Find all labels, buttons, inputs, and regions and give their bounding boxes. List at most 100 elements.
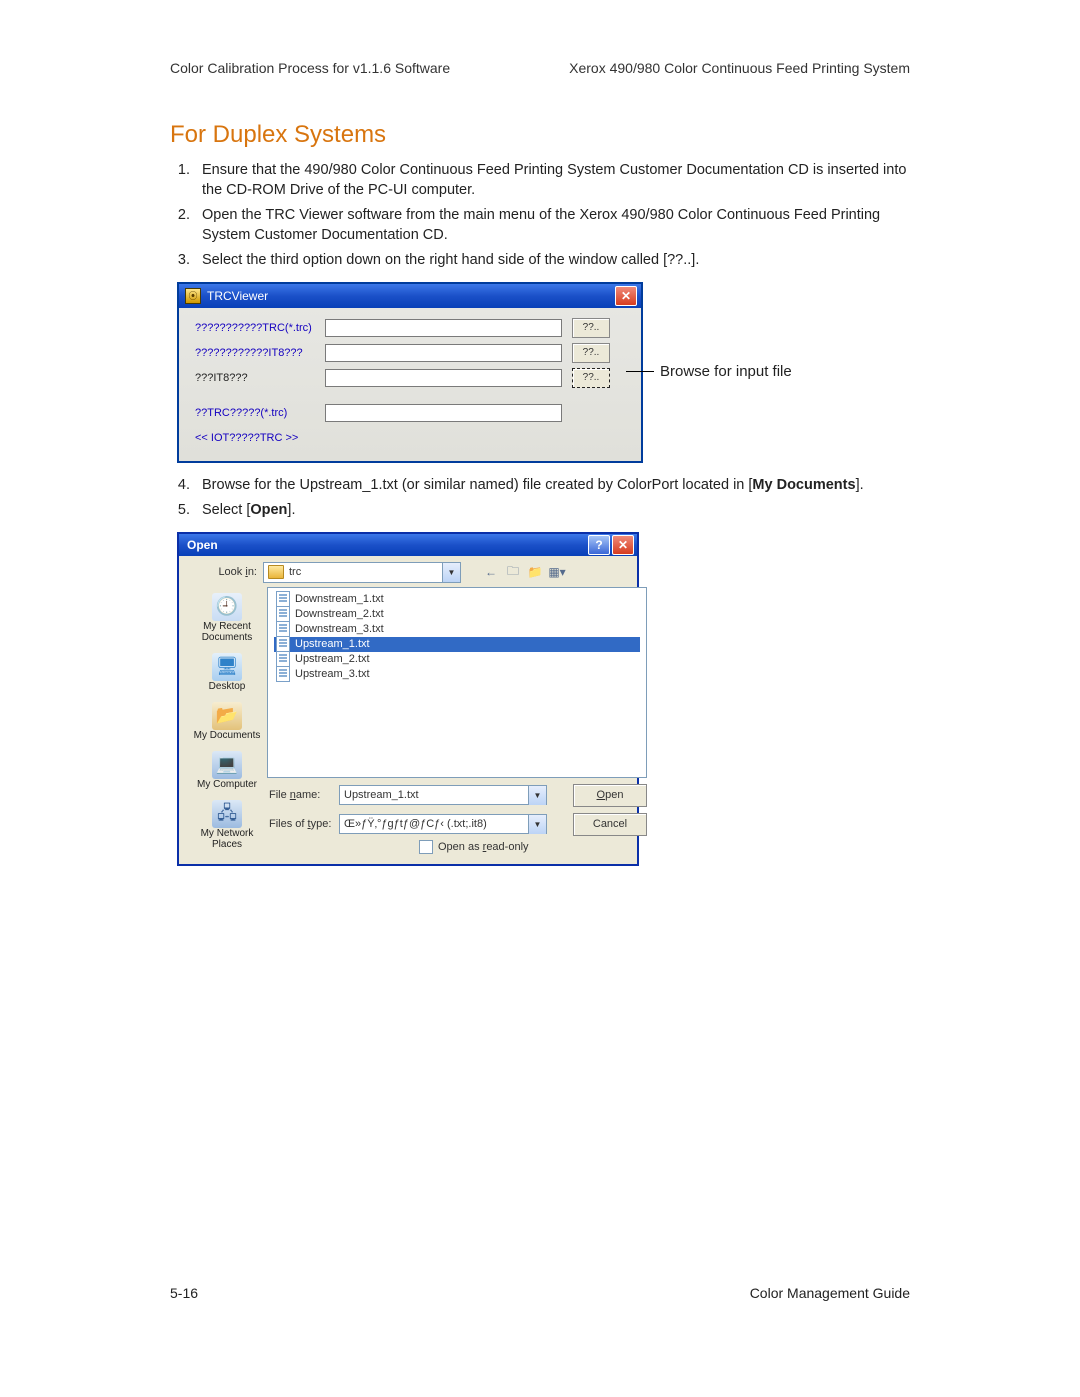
filename-value: Upstream_1.txt: [344, 789, 419, 801]
chevron-down-icon[interactable]: ▼: [528, 815, 546, 834]
place-mydocs[interactable]: 📂 My Documents: [187, 698, 267, 745]
trc-input-3[interactable]: [325, 369, 562, 387]
trc-browse-2[interactable]: ??..: [572, 343, 610, 363]
step-2: Open the TRC Viewer software from the ma…: [194, 206, 910, 245]
open-close-icon[interactable]: ✕: [612, 535, 634, 555]
folder-icon: [268, 565, 284, 579]
step-3: Select the third option down on the righ…: [194, 251, 910, 271]
page-number: 5-16: [170, 1285, 198, 1301]
step4-post: ].: [856, 477, 864, 493]
file-item[interactable]: Upstream_3.txt: [274, 667, 640, 682]
file-name-3: Upstream_1.txt: [295, 638, 370, 650]
trc-input-2[interactable]: [325, 344, 562, 362]
trc-browse-3[interactable]: ??..: [572, 368, 610, 388]
lookin-select[interactable]: trc ▼: [263, 562, 461, 583]
filetype-select[interactable]: Œ»ƒŸ‚°ƒgƒtƒ@ƒCƒ‹ (.txt;.it8) ▼: [339, 814, 547, 834]
trc-title: TRCViewer: [207, 289, 268, 303]
open-titlebar: Open ? ✕: [179, 534, 637, 556]
step5-bold: Open: [250, 502, 287, 518]
chevron-down-icon[interactable]: ▼: [442, 563, 460, 582]
step-5: Select [Open].: [194, 501, 910, 521]
step-1: Ensure that the 490/980 Color Continuous…: [194, 161, 910, 200]
step-3-text: Select the third option down on the righ…: [202, 252, 699, 268]
trc-input-1[interactable]: [325, 319, 562, 337]
readonly-label: Open as read-only: [438, 841, 529, 853]
trc-label-1: ???????????TRC(*.trc): [195, 322, 325, 334]
readonly-checkbox[interactable]: [419, 840, 433, 854]
filename-label: File name:: [267, 789, 333, 801]
trc-browse-1[interactable]: ??..: [572, 318, 610, 338]
open-button[interactable]: Open: [573, 784, 647, 807]
file-name-1: Downstream_2.txt: [295, 608, 384, 620]
place-mycomp-label: My Computer: [197, 779, 257, 790]
place-mycomputer[interactable]: 💻 My Computer: [187, 747, 267, 794]
filetype-label: Files of type:: [267, 818, 333, 830]
back-icon[interactable]: ←: [481, 562, 501, 582]
place-network[interactable]: 🖧 My Network Places: [187, 796, 267, 854]
mycomputer-icon: 💻: [212, 751, 242, 779]
lookin-value: trc: [289, 566, 301, 578]
steps-list-b: Browse for the Upstream_1.txt (or simila…: [170, 476, 910, 521]
trc-label-5: << IOT?????TRC >>: [195, 432, 325, 444]
filetype-value: Œ»ƒŸ‚°ƒgƒtƒ@ƒCƒ‹ (.txt;.it8): [344, 818, 487, 830]
file-item-selected[interactable]: Upstream_1.txt: [274, 637, 640, 652]
file-item[interactable]: Downstream_1.txt: [274, 592, 640, 607]
open-title: Open: [187, 538, 218, 552]
textfile-icon: [276, 666, 290, 682]
trc-label-2: ????????????IT8???: [195, 347, 325, 359]
lookin-label: Look in:: [187, 566, 257, 578]
place-desktop[interactable]: 🖥 Desktop: [187, 649, 267, 696]
callout: Browse for input file: [626, 363, 792, 380]
file-item[interactable]: Upstream_2.txt: [274, 652, 640, 667]
file-item[interactable]: Downstream_3.txt: [274, 622, 640, 637]
textfile-icon: [276, 621, 290, 637]
trc-titlebar: ⦿ TRCViewer ✕: [179, 284, 641, 308]
step5-post: ].: [287, 502, 295, 518]
desktop-icon: 🖥: [212, 653, 242, 681]
chevron-down-icon[interactable]: ▼: [528, 786, 546, 805]
filename-input[interactable]: Upstream_1.txt ▼: [339, 785, 547, 805]
steps-list-a: Ensure that the 490/980 Color Continuous…: [170, 161, 910, 271]
section-title: For Duplex Systems: [170, 121, 910, 149]
textfile-icon: [276, 606, 290, 622]
place-desktop-label: Desktop: [209, 681, 246, 692]
header-right: Xerox 490/980 Color Continuous Feed Prin…: [569, 60, 910, 76]
file-list[interactable]: Downstream_1.txt Downstream_2.txt Downst…: [267, 587, 647, 778]
textfile-icon: [276, 591, 290, 607]
trcviewer-screenshot: ⦿ TRCViewer ✕ ???????????TRC(*.trc) ??..…: [178, 283, 910, 462]
footer-guide: Color Management Guide: [750, 1285, 910, 1301]
step-4: Browse for the Upstream_1.txt (or simila…: [194, 476, 910, 496]
place-recent[interactable]: 🕘 My Recent Documents: [187, 589, 267, 647]
place-net-label: My Network Places: [191, 828, 263, 850]
trc-input-4[interactable]: [325, 404, 562, 422]
up-folder-icon[interactable]: 🗀: [503, 562, 523, 582]
file-name-5: Upstream_3.txt: [295, 668, 370, 680]
page-header: Color Calibration Process for v1.1.6 Sof…: [170, 60, 910, 76]
header-left: Color Calibration Process for v1.1.6 Sof…: [170, 60, 450, 76]
file-name-2: Downstream_3.txt: [295, 623, 384, 635]
file-item[interactable]: Downstream_2.txt: [274, 607, 640, 622]
step4-pre: Browse for the Upstream_1.txt (or simila…: [202, 477, 752, 493]
step5-pre: Select [: [202, 502, 250, 518]
page-footer: 5-16 Color Management Guide: [170, 1285, 910, 1301]
close-icon[interactable]: ✕: [615, 286, 637, 306]
place-mydocs-label: My Documents: [194, 730, 261, 741]
step4-bold: My Documents: [752, 477, 855, 493]
network-icon: 🖧: [212, 800, 242, 828]
file-name-4: Upstream_2.txt: [295, 653, 370, 665]
help-icon[interactable]: ?: [588, 535, 610, 555]
open-dialog: Open ? ✕ Look in: trc ▼ ← 🗀 📁: [178, 533, 638, 865]
file-name-0: Downstream_1.txt: [295, 593, 384, 605]
mydocuments-icon: 📂: [212, 702, 242, 730]
new-folder-icon[interactable]: 📁: [525, 562, 545, 582]
callout-text: Browse for input file: [654, 363, 792, 380]
trcviewer-window: ⦿ TRCViewer ✕ ???????????TRC(*.trc) ??..…: [178, 283, 642, 462]
textfile-icon: [276, 636, 290, 652]
trc-label-3: ???IT8???: [195, 372, 325, 384]
cancel-button[interactable]: Cancel: [573, 813, 647, 836]
trc-app-icon: ⦿: [185, 288, 201, 304]
trc-label-4: ??TRC?????(*.trc): [195, 407, 325, 419]
recent-icon: 🕘: [212, 593, 242, 621]
views-icon[interactable]: ▦▾: [547, 562, 567, 582]
readonly-row: Open as read-only: [419, 840, 647, 854]
